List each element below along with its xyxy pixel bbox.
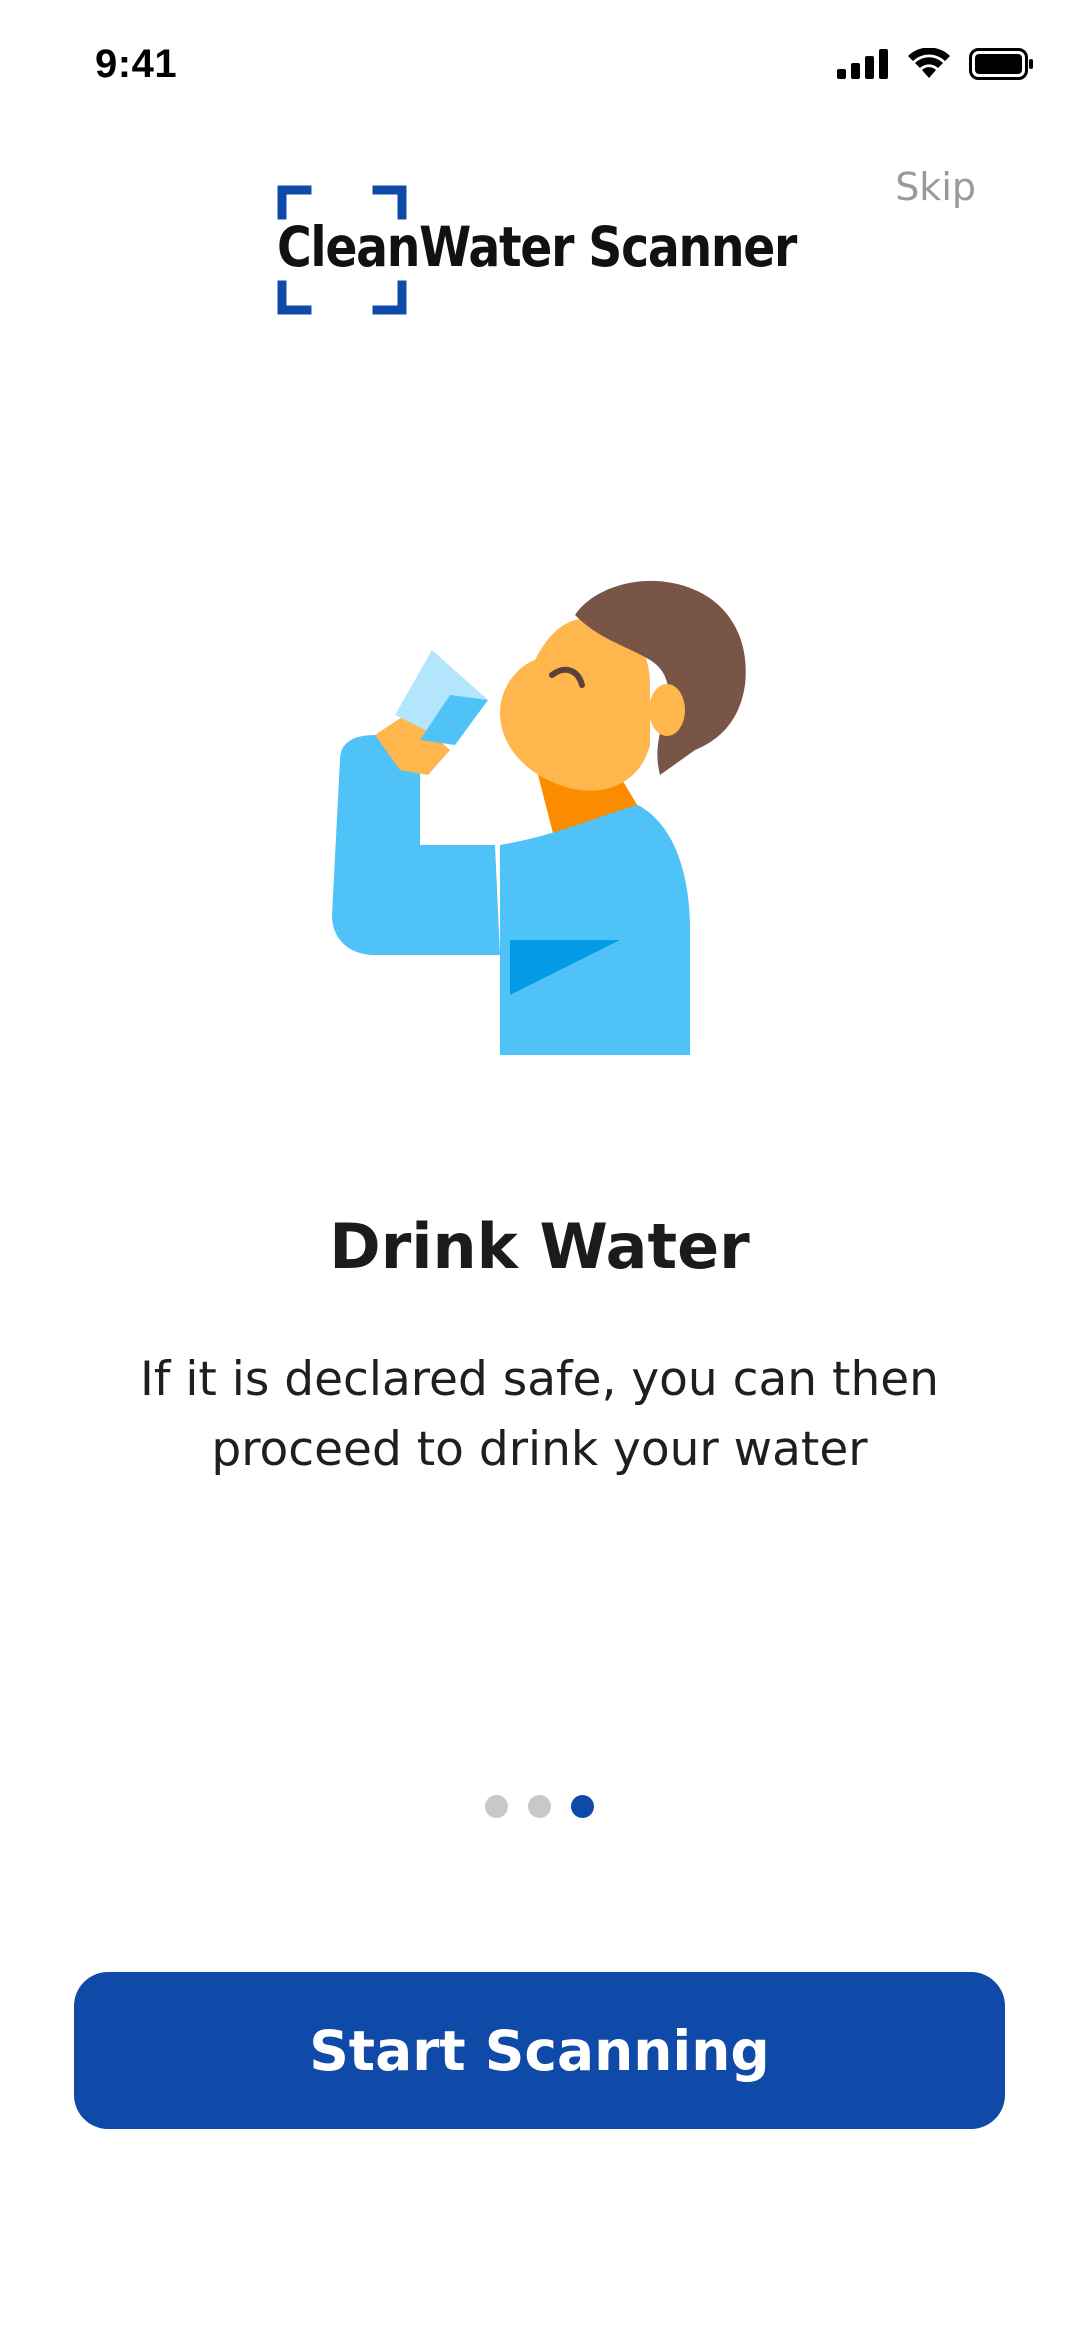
page-indicator bbox=[0, 1795, 1079, 1818]
status-time: 9:41 bbox=[95, 42, 178, 86]
start-scanning-button[interactable]: Start Scanning bbox=[74, 1972, 1005, 2129]
status-bar: 9:41 bbox=[0, 0, 1079, 130]
battery-icon bbox=[969, 48, 1035, 85]
skip-link[interactable]: Skip bbox=[895, 165, 976, 209]
slide-description: If it is declared safe, you can then pro… bbox=[140, 1352, 939, 1477]
signal-icon bbox=[837, 49, 889, 84]
page-dot-2[interactable] bbox=[528, 1795, 551, 1818]
wifi-icon bbox=[907, 47, 951, 85]
slide-title: Drink Water bbox=[329, 1210, 750, 1283]
app-logo: CleanWater Scanner bbox=[277, 185, 807, 315]
page-dot-3-active[interactable] bbox=[571, 1795, 594, 1818]
logo-text: CleanWater Scanner bbox=[277, 215, 797, 279]
status-icons bbox=[837, 47, 1035, 85]
drinking-water-illustration bbox=[320, 545, 770, 1065]
page-dot-1[interactable] bbox=[485, 1795, 508, 1818]
